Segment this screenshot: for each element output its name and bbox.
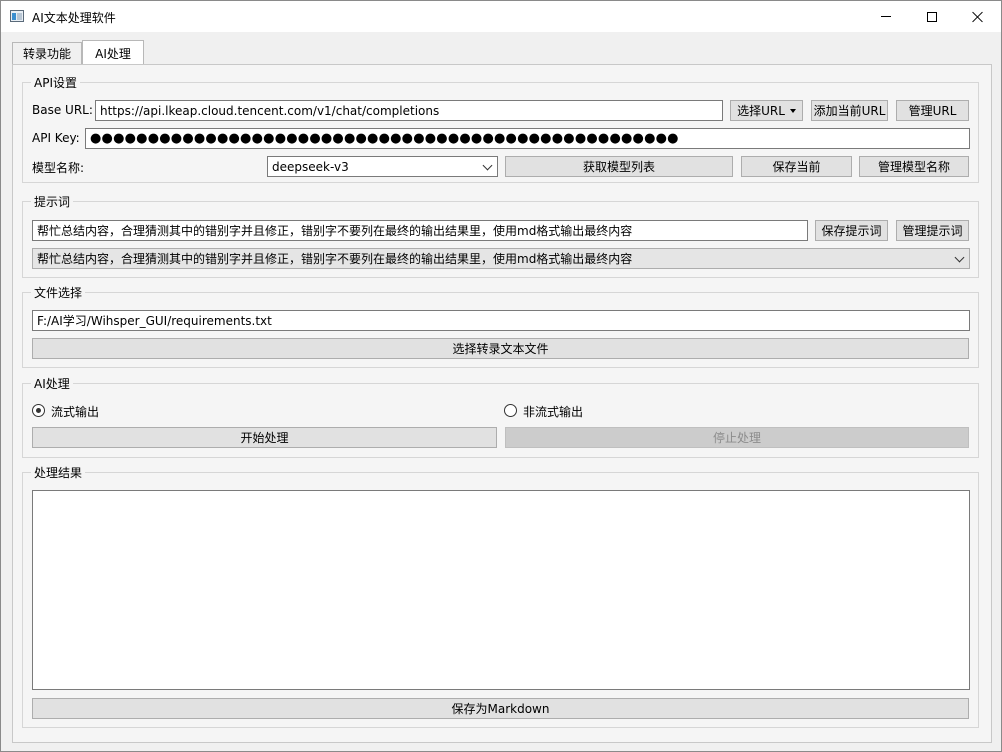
api-key-input[interactable]: ●●●●●●●●●●●●●●●●●●●●●●●●●●●●●●●●●●●●●●●●… — [85, 128, 970, 149]
app-window: AI文本处理软件 转录功能 AI处理 API设置 Base URL: https… — [0, 0, 1002, 752]
save-markdown-button[interactable]: 保存为Markdown — [32, 698, 969, 719]
prompt-select-combo[interactable]: 帮忙总结内容，合理猜测其中的错别字并且修正，错别字不要列在最终的输出结果里，使用… — [32, 248, 970, 269]
non-stream-radio[interactable] — [504, 404, 517, 417]
manage-url-button[interactable]: 管理URL — [896, 100, 969, 121]
stream-radio-label: 流式输出 — [51, 405, 100, 419]
select-url-label: 选择URL — [737, 104, 785, 118]
chevron-down-icon — [954, 252, 965, 263]
title-bar: AI文本处理软件 — [1, 1, 1001, 32]
maximize-button[interactable] — [909, 1, 955, 32]
close-button[interactable] — [955, 1, 1001, 32]
prompt-select-value: 帮忙总结内容，合理猜测其中的错别字并且修正，错别字不要列在最终的输出结果里，使用… — [37, 252, 633, 266]
stop-process-button[interactable]: 停止处理 — [505, 427, 969, 448]
chevron-down-icon — [482, 160, 493, 171]
non-stream-radio-label: 非流式输出 — [523, 405, 584, 419]
manage-models-button[interactable]: 管理模型名称 — [859, 156, 969, 177]
save-prompt-button[interactable]: 保存提示词 — [815, 220, 888, 241]
tab-ai-processing[interactable]: AI处理 — [82, 40, 144, 65]
manage-prompt-button[interactable]: 管理提示词 — [896, 220, 969, 241]
app-icon — [10, 10, 24, 22]
maximize-icon — [927, 11, 937, 22]
window-title: AI文本处理软件 — [32, 11, 116, 25]
save-current-button[interactable]: 保存当前 — [741, 156, 852, 177]
base-url-input[interactable]: https://api.lkeap.cloud.tencent.com/v1/c… — [95, 100, 723, 121]
start-process-button[interactable]: 开始处理 — [32, 427, 497, 448]
minimize-button[interactable] — [863, 1, 909, 32]
api-settings-title: API设置 — [31, 74, 80, 91]
add-url-button[interactable]: 添加当前URL — [811, 100, 888, 121]
file-path-input[interactable]: F:/AI学习/Wihsper_GUI/requirements.txt — [32, 310, 970, 331]
close-icon — [972, 11, 984, 23]
model-name-value: deepseek-v3 — [272, 159, 349, 174]
file-select-title: 文件选择 — [31, 284, 86, 301]
minimize-icon — [881, 16, 891, 17]
tab-transcription[interactable]: 转录功能 — [12, 42, 82, 64]
ai-process-title: AI处理 — [31, 375, 73, 392]
prompt-input[interactable]: 帮忙总结内容，合理猜测其中的错别字并且修正，错别字不要列在最终的输出结果里，使用… — [32, 220, 808, 241]
select-file-button[interactable]: 选择转录文本文件 — [32, 338, 969, 359]
fetch-models-button[interactable]: 获取模型列表 — [505, 156, 733, 177]
result-title: 处理结果 — [31, 464, 86, 481]
select-url-button[interactable]: 选择URL — [730, 100, 803, 121]
model-name-label: 模型名称: — [32, 161, 85, 175]
api-key-label: API Key: — [32, 131, 80, 145]
caret-down-icon — [789, 108, 796, 113]
base-url-label: Base URL: — [32, 103, 93, 117]
prompt-title: 提示词 — [31, 193, 74, 210]
model-name-combo[interactable]: deepseek-v3 — [267, 156, 498, 177]
stream-radio[interactable] — [32, 404, 45, 417]
result-textarea[interactable] — [32, 490, 970, 690]
